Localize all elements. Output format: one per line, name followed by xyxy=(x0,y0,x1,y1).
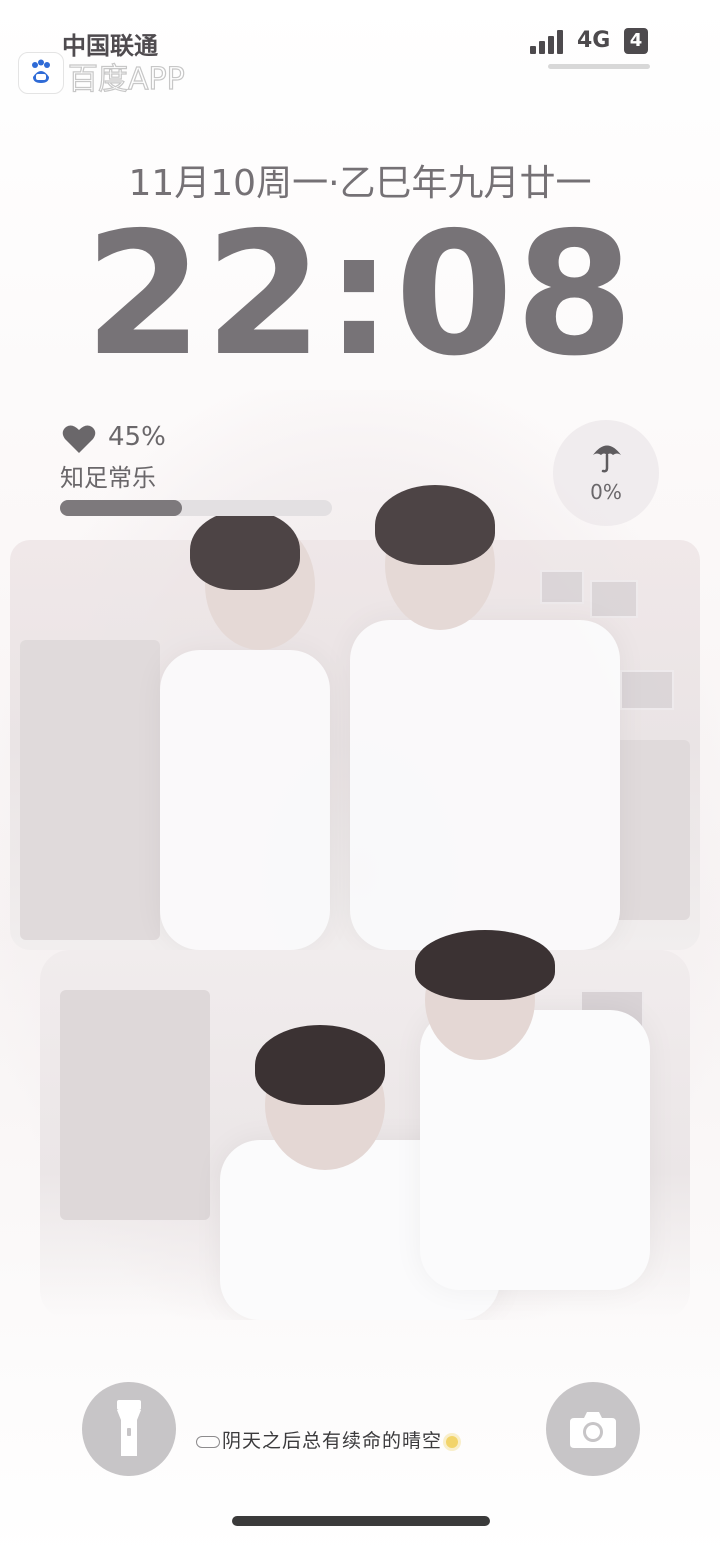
signal-icon xyxy=(530,30,563,54)
person-right-shirt xyxy=(350,620,620,950)
room-shelf xyxy=(610,740,690,920)
wall-poster xyxy=(540,570,584,604)
person-left-shirt xyxy=(160,650,330,950)
flashlight-icon xyxy=(117,1400,141,1456)
cloud-icon xyxy=(196,1436,220,1448)
status-bar: 中国联通 百度APP 4G 4 xyxy=(0,0,720,100)
status-divider xyxy=(548,64,650,69)
heart-icon xyxy=(62,425,96,453)
umbrella-icon xyxy=(593,445,621,473)
wall-poster xyxy=(590,580,638,618)
mood-progress-fill xyxy=(60,500,183,516)
mood-percent: 45% xyxy=(108,422,166,452)
signature-text: 阴天之后总有续命的晴空 xyxy=(222,1430,443,1452)
person-back-hair xyxy=(415,930,555,1000)
mood-progress-bar xyxy=(60,500,332,516)
room-shelf xyxy=(20,640,160,940)
baidu-app-icon[interactable] xyxy=(18,52,64,94)
room-shelf xyxy=(60,990,210,1220)
person-right-hair xyxy=(375,485,495,565)
camera-button[interactable] xyxy=(546,1382,640,1476)
network-type: 4G xyxy=(577,28,611,53)
paw-icon xyxy=(32,59,50,83)
battery-icon: 4 xyxy=(624,28,648,54)
person-left-hair xyxy=(190,510,300,590)
lockscreen-clock: 22:08 xyxy=(84,196,636,394)
back-to-app-link[interactable]: 百度APP xyxy=(67,54,185,98)
flashlight-button[interactable] xyxy=(82,1382,176,1476)
person-front-hair xyxy=(255,1025,385,1105)
mood-label: 知足常乐 xyxy=(60,464,156,492)
lockscreen-signature: 阴天之后总有续命的晴空 xyxy=(196,1426,526,1453)
wall-poster xyxy=(620,670,674,710)
mood-widget[interactable]: 45% 知足常乐 xyxy=(60,420,340,520)
rain-chance-widget[interactable]: 0% xyxy=(553,420,659,526)
wallpaper-photo xyxy=(0,390,720,1320)
sun-icon xyxy=(446,1436,459,1448)
wallpaper-photo-top xyxy=(10,485,700,950)
home-indicator[interactable] xyxy=(232,1516,490,1526)
rain-percent: 0% xyxy=(590,480,622,504)
camera-icon xyxy=(570,1412,616,1448)
wallpaper-photo-bottom xyxy=(40,930,690,1320)
